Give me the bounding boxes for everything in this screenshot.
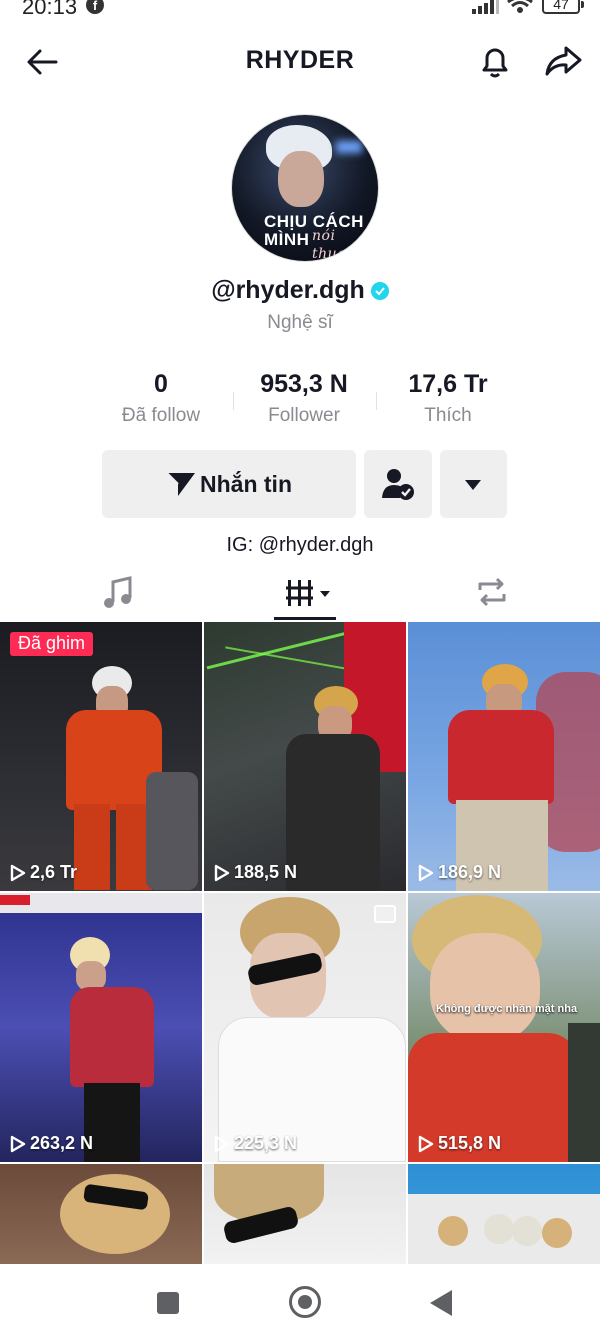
video-tile[interactable]: Không được nhăn mặt nha 515,8 N: [408, 893, 600, 1162]
battery-indicator: 47: [542, 0, 584, 14]
back-triangle-icon[interactable]: [430, 1290, 452, 1316]
pinned-badge: Đã ghim: [10, 632, 94, 656]
message-button-label: Nhắn tin: [200, 470, 292, 497]
facebook-icon: f: [86, 0, 104, 14]
play-icon: [214, 864, 230, 881]
view-count-text: 186,9 N: [438, 862, 502, 882]
play-icon: [10, 1135, 26, 1152]
play-icon: [418, 1135, 434, 1152]
recent-apps-icon[interactable]: [157, 1292, 179, 1314]
video-tile[interactable]: 186,9 N: [408, 622, 600, 891]
stat-likes-value: 17,6 Tr: [408, 370, 488, 398]
play-icon: [214, 1135, 230, 1152]
share-icon[interactable]: [542, 40, 584, 82]
view-count: 2,6 Tr: [10, 862, 77, 883]
bell-icon[interactable]: [474, 40, 516, 82]
stat-likes-label: Thích: [424, 405, 472, 426]
play-icon: [10, 864, 26, 881]
profile-category: Nghệ sĩ: [267, 312, 333, 333]
status-time: 20:13: [22, 0, 78, 19]
view-count-text: 188,5 N: [234, 862, 298, 882]
username: @rhyder.dgh: [211, 276, 365, 304]
video-tile[interactable]: [408, 1164, 600, 1264]
avatar-text: CHỊU CÁCH MÌNH nói thua: [264, 213, 364, 262]
username-row: @rhyder.dgh: [0, 276, 600, 305]
view-count: 186,9 N: [418, 862, 501, 883]
avatar-light: [336, 141, 362, 153]
tab-reposts[interactable]: [392, 566, 592, 622]
video-tile[interactable]: [204, 1164, 406, 1264]
stat-following-value: 0: [154, 370, 168, 398]
content-tabs: [0, 566, 600, 622]
avatar-face: [278, 151, 324, 207]
music-note-icon: [104, 576, 132, 608]
caret-down-icon: [465, 480, 481, 490]
stat-followers[interactable]: 953,3 N Follower: [229, 370, 379, 427]
view-count-text: 515,8 N: [438, 1133, 502, 1153]
verified-badge-icon: [370, 281, 389, 300]
send-icon: [166, 472, 195, 496]
stat-followers-value: 953,3 N: [260, 370, 348, 398]
bio: IG: @rhyder.dgh: [226, 534, 374, 556]
video-caption: Không được nhăn mặt nha: [436, 1003, 578, 1015]
avatar[interactable]: CHỊU CÁCH MÌNH nói thua: [231, 114, 379, 262]
photo-icon: [374, 905, 396, 923]
video-tile[interactable]: [0, 1164, 202, 1264]
view-count-text: 263,2 N: [30, 1133, 94, 1153]
stat-following[interactable]: 0 Đã follow: [86, 370, 236, 427]
header: RHYDER: [0, 30, 600, 92]
view-count: 188,5 N: [214, 862, 297, 883]
tab-indicator: [274, 617, 336, 620]
view-count-text: 2,6 Tr: [30, 862, 78, 882]
tab-music[interactable]: [16, 566, 216, 622]
grid-videos-icon: [286, 580, 330, 606]
play-icon: [418, 864, 434, 881]
stat-likes[interactable]: 17,6 Tr Thích: [373, 370, 523, 427]
video-tile[interactable]: 188,5 N: [204, 622, 406, 891]
avatar-text-script: nói thua: [312, 228, 347, 262]
stat-following-label: Đã follow: [121, 405, 201, 426]
wifi-icon: [507, 0, 533, 13]
view-count: 515,8 N: [418, 1133, 501, 1154]
more-dropdown-button[interactable]: [440, 450, 507, 518]
status-bar: 20:13 f 47: [0, 0, 600, 22]
video-tile[interactable]: Đã ghim 2,6 Tr: [0, 622, 202, 891]
system-nav-bar: [0, 1264, 600, 1338]
message-button[interactable]: Nhắn tin: [102, 450, 356, 518]
tab-videos[interactable]: [200, 566, 400, 622]
user-check-icon: [382, 469, 414, 500]
video-tile[interactable]: 263,2 N: [0, 893, 202, 1162]
video-tile[interactable]: 225,3 N: [204, 893, 406, 1162]
home-icon[interactable]: [289, 1286, 321, 1318]
view-count: 225,3 N: [214, 1133, 297, 1154]
view-count: 263,2 N: [10, 1133, 93, 1154]
view-count-text: 225,3 N: [234, 1133, 298, 1153]
following-button[interactable]: [364, 450, 432, 518]
stat-followers-label: Follower: [268, 405, 340, 426]
signal-icon: [472, 0, 499, 14]
repost-icon: [478, 577, 506, 607]
